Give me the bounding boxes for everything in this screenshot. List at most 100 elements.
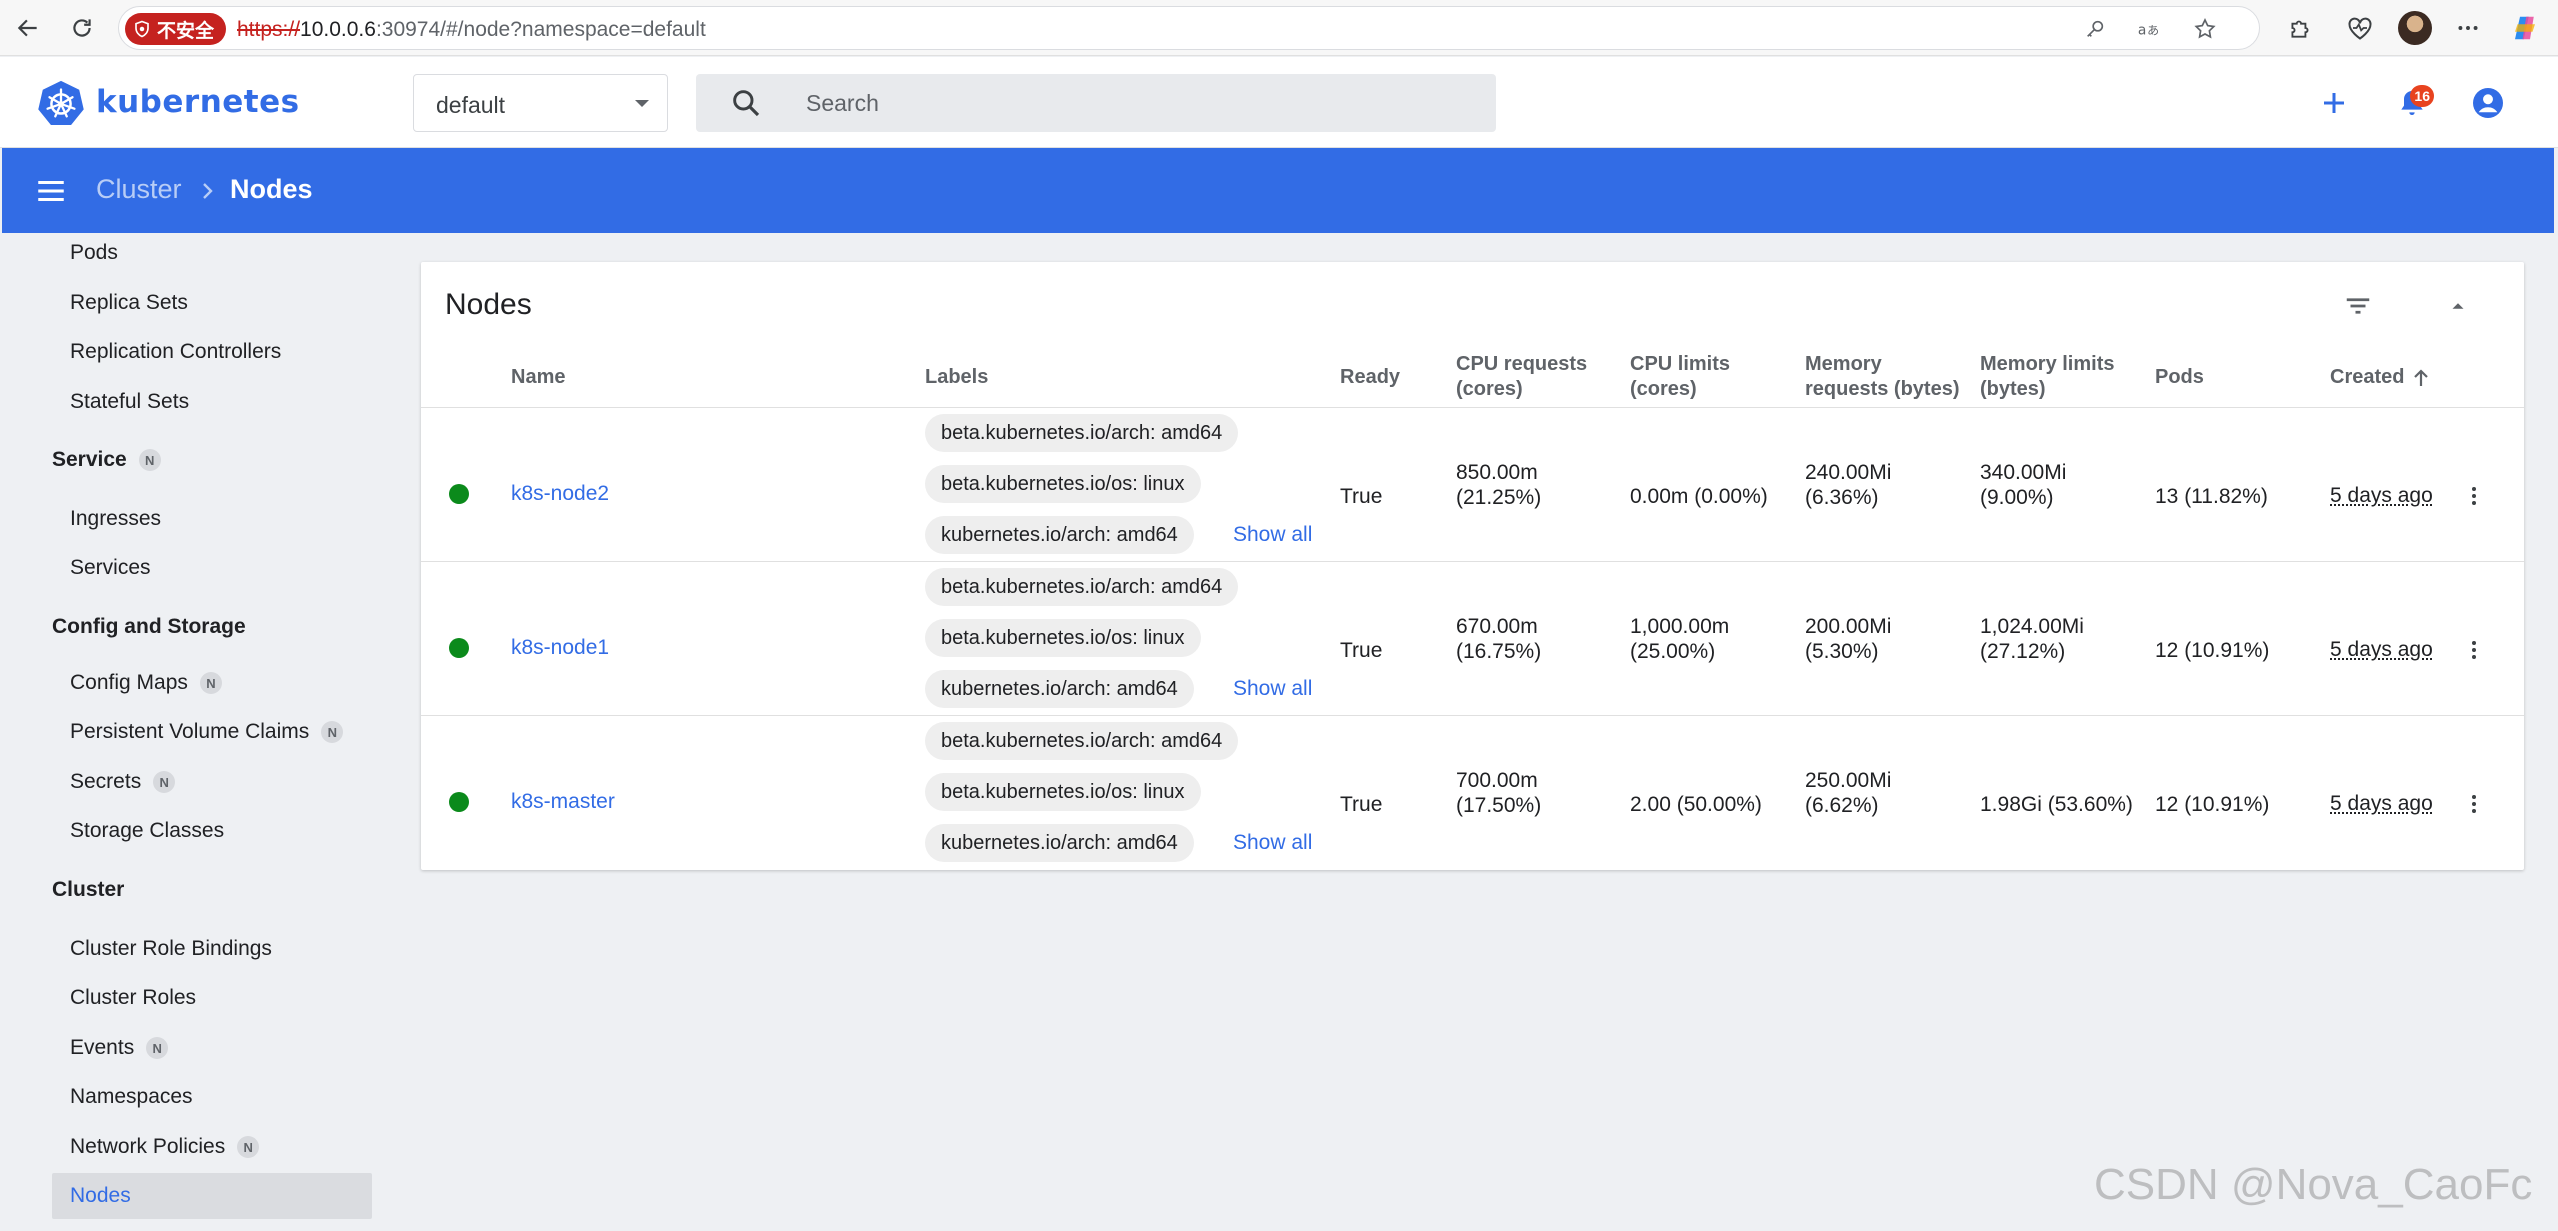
heart-pulse-icon bbox=[2348, 17, 2372, 40]
sidebar-item-label: Pods bbox=[70, 241, 118, 264]
row-actions-button[interactable] bbox=[2456, 786, 2492, 822]
favorite-button[interactable] bbox=[2189, 13, 2221, 45]
sidebar-section-service[interactable]: Service N bbox=[52, 448, 161, 472]
sidebar-item-pods[interactable]: Pods bbox=[70, 241, 118, 265]
search-input[interactable] bbox=[806, 88, 1466, 118]
filter-list-icon bbox=[2346, 298, 2370, 314]
url-scheme: https:// bbox=[237, 18, 301, 41]
cpu-requests-value: 700.00m (17.50%) bbox=[1456, 768, 1541, 818]
value-line: (5.30%) bbox=[1805, 640, 1879, 663]
sidebar-item-label: Cluster Role Bindings bbox=[70, 937, 272, 960]
more-vertical-icon bbox=[2472, 641, 2476, 659]
notifications-button[interactable]: 16 bbox=[2390, 81, 2434, 125]
refresh-button[interactable] bbox=[62, 8, 102, 48]
sidebar-item-namespaces[interactable]: Namespaces bbox=[70, 1085, 193, 1109]
pods-value: 12 (10.91%) bbox=[2155, 639, 2270, 662]
memory-requests-value: 200.00Mi (5.30%) bbox=[1805, 614, 1891, 664]
copilot-icon bbox=[2515, 16, 2535, 40]
column-header-cpu-limits[interactable]: CPU limits (cores) bbox=[1630, 352, 1730, 402]
sidebar-item-storage-classes[interactable]: Storage Classes bbox=[70, 819, 224, 843]
menu-icon[interactable] bbox=[34, 174, 68, 208]
column-header-ready[interactable]: Ready bbox=[1340, 365, 1400, 390]
node-name-link[interactable]: k8s-node1 bbox=[511, 636, 609, 660]
read-aloud-button[interactable]: aあ bbox=[2133, 13, 2165, 45]
ready-value: True bbox=[1340, 485, 1383, 508]
kubernetes-logo-icon[interactable] bbox=[38, 79, 84, 125]
column-header-memory-limits[interactable]: Memory limits (bytes) bbox=[1980, 352, 2114, 402]
row-actions-button[interactable] bbox=[2456, 632, 2492, 668]
sidebar-section-label: Config and Storage bbox=[52, 615, 246, 638]
sidebar-item-label: Stateful Sets bbox=[70, 390, 190, 413]
sidebar-section-cluster[interactable]: Cluster bbox=[52, 878, 124, 902]
account-button[interactable] bbox=[2466, 81, 2510, 125]
namespace-select[interactable]: default bbox=[413, 74, 668, 132]
collapse-button[interactable] bbox=[2436, 284, 2480, 328]
sidebar-item-services[interactable]: Services bbox=[70, 556, 151, 580]
copilot-button[interactable] bbox=[2505, 8, 2545, 48]
sidebar-section-label: Service bbox=[52, 448, 127, 471]
create-resource-button[interactable] bbox=[2312, 81, 2356, 125]
value-line: 1,000.00m bbox=[1630, 615, 1730, 638]
column-header-created[interactable]: Created bbox=[2330, 365, 2430, 390]
address-bar[interactable]: 不安全 https://10.0.0.6:30974/#/node?namesp… bbox=[118, 6, 2260, 50]
value-line: (21.25%) bbox=[1456, 486, 1542, 509]
column-header-memory-requests[interactable]: Memory requests (bytes) bbox=[1805, 352, 1960, 402]
caret-up-icon bbox=[2452, 303, 2464, 309]
cpu-limits-value: 2.00 (50.00%) bbox=[1630, 792, 1762, 817]
sidebar-item-label: Network Policies bbox=[70, 1135, 226, 1158]
search-bar[interactable] bbox=[696, 74, 1496, 132]
sidebar-item-config-maps[interactable]: Config Maps N bbox=[70, 671, 222, 695]
brand-name[interactable]: kubernetes bbox=[96, 84, 300, 120]
sidebar-item-cluster-roles[interactable]: Cluster Roles bbox=[70, 986, 196, 1010]
extensions-button[interactable] bbox=[2280, 8, 2320, 48]
column-header-pods[interactable]: Pods bbox=[2155, 365, 2204, 390]
row-actions-button[interactable] bbox=[2456, 478, 2492, 514]
sidebar-item-label: Events bbox=[70, 1036, 135, 1059]
sidebar-item-persistent-volume-claims[interactable]: Persistent Volume Claims N bbox=[70, 720, 344, 744]
node-name-link[interactable]: k8s-node2 bbox=[511, 482, 609, 506]
profile-button[interactable] bbox=[2395, 8, 2435, 48]
sidebar-section-config-and-storage[interactable]: Config and Storage bbox=[52, 615, 246, 639]
header-line: Memory bbox=[1805, 353, 1882, 375]
back-button[interactable] bbox=[8, 8, 48, 48]
memory-requests-value: 250.00Mi (6.62%) bbox=[1805, 768, 1891, 818]
search-icon bbox=[733, 90, 760, 117]
sidebar-item-stateful-sets[interactable]: Stateful Sets bbox=[70, 390, 189, 414]
show-all-labels-link[interactable]: Show all bbox=[1233, 523, 1312, 547]
sidebar-item-secrets[interactable]: Secrets N bbox=[70, 770, 176, 794]
value-line: 1,024.00Mi bbox=[1980, 615, 2084, 638]
url-text[interactable]: https://10.0.0.6:30974/#/node?namespace=… bbox=[237, 18, 706, 42]
show-all-labels-link[interactable]: Show all bbox=[1233, 831, 1312, 855]
sidebar-item-cluster-role-bindings[interactable]: Cluster Role Bindings bbox=[70, 937, 272, 961]
column-header-name[interactable]: Name bbox=[511, 365, 565, 390]
arrow-left-icon bbox=[17, 19, 37, 37]
sidebar-item-network-policies[interactable]: Network Policies N bbox=[70, 1135, 260, 1159]
column-header-cpu-requests[interactable]: CPU requests (cores) bbox=[1456, 352, 1587, 402]
account-circle-icon bbox=[2473, 88, 2503, 118]
key-button[interactable] bbox=[2079, 13, 2111, 45]
filter-button[interactable] bbox=[2336, 284, 2380, 328]
browser-essentials-button[interactable] bbox=[2340, 8, 2380, 48]
value-line: 200.00Mi bbox=[1805, 615, 1892, 638]
profile-avatar bbox=[2398, 11, 2432, 45]
row-divider bbox=[421, 561, 2524, 562]
sidebar-item-replica-sets[interactable]: Replica Sets bbox=[70, 291, 188, 315]
security-label: 不安全 bbox=[157, 19, 215, 42]
ready-status-icon bbox=[449, 638, 469, 658]
sidebar-item-ingresses[interactable]: Ingresses bbox=[70, 507, 161, 531]
svg-text:あ: あ bbox=[2147, 24, 2159, 38]
more-vertical-icon bbox=[2472, 487, 2476, 505]
breadcrumb-cluster-link[interactable]: Cluster bbox=[96, 174, 182, 205]
label-chip: beta.kubernetes.io/arch: amd64 bbox=[925, 722, 1239, 760]
sidebar-item-replication-controllers[interactable]: Replication Controllers bbox=[70, 340, 281, 364]
more-horizontal-icon bbox=[2458, 26, 2478, 30]
cpu-requests-value: 670.00m (16.75%) bbox=[1456, 614, 1541, 664]
security-warning-chip[interactable]: 不安全 bbox=[125, 13, 227, 45]
created-value: 5 days ago bbox=[2330, 638, 2433, 661]
node-name-link[interactable]: k8s-master bbox=[511, 790, 615, 814]
more-menu-button[interactable] bbox=[2448, 8, 2488, 48]
show-all-labels-link[interactable]: Show all bbox=[1233, 677, 1312, 701]
sidebar-item-label: Cluster Roles bbox=[70, 986, 197, 1009]
ready-value: True bbox=[1340, 639, 1383, 662]
sidebar-item-events[interactable]: Events N bbox=[70, 1036, 169, 1060]
